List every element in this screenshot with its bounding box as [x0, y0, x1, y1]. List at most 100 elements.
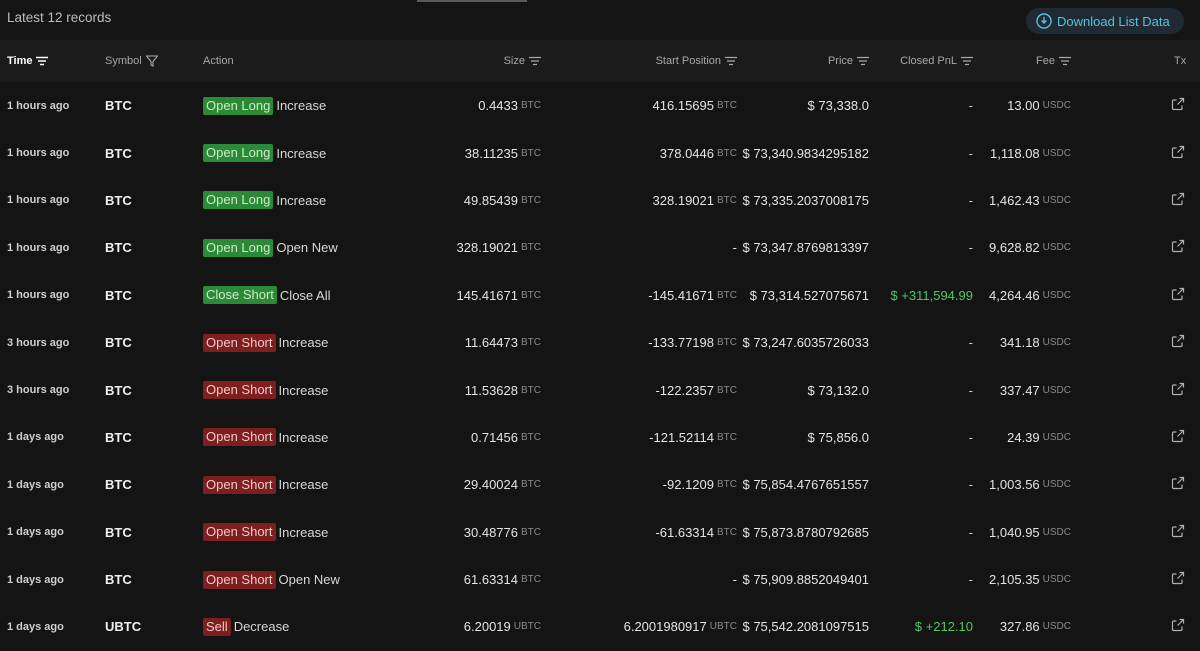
action-text: Increase [278, 382, 329, 398]
price-cell: $ 73,314.527075671 [749, 287, 869, 303]
direction-badge: Open Long [203, 191, 274, 210]
tx-link-cell[interactable] [1171, 129, 1185, 176]
symbol-cell[interactable]: BTC [105, 556, 132, 603]
price-cell: $ 75,854.4767651557 [742, 477, 869, 493]
start-position-cell: 6.2001980917 UBTC [624, 603, 737, 650]
start-position-unit: BTC [717, 100, 737, 112]
external-link-icon[interactable] [1171, 618, 1185, 635]
size-unit: BTC [521, 431, 541, 443]
external-link-icon[interactable] [1171, 334, 1185, 351]
direction-badge: Open Short [203, 381, 276, 400]
time-cell: 1 hours ago [7, 99, 70, 112]
symbol-cell[interactable]: BTC [105, 461, 132, 508]
direction-badge: Open Short [203, 523, 276, 542]
column-time[interactable]: Time [7, 40, 49, 82]
symbol-cell[interactable]: BTC [105, 366, 132, 413]
tx-link-cell[interactable] [1171, 366, 1185, 413]
tx-link-cell[interactable] [1171, 224, 1185, 271]
size-cell: 11.53628 BTC [465, 366, 541, 413]
symbol-cell[interactable]: BTC [105, 177, 132, 224]
action-cell: Open Long Open New [203, 224, 338, 271]
symbol-cell[interactable]: UBTC [105, 603, 141, 650]
start-position-cell: -145.41671 BTC [648, 272, 737, 319]
table-row: 1 hours ago BTC Open Long Open New 328.19021… [0, 224, 1200, 272]
closed-pnl-cell: - [968, 477, 973, 493]
start-position-unit: BTC [717, 194, 737, 206]
time-cell: 1 days ago [7, 620, 64, 633]
start-position-cell: -121.52114 BTC [649, 414, 737, 461]
fee-value: 24.39 [1007, 429, 1040, 445]
tx-link-cell[interactable] [1171, 509, 1185, 556]
action-text: Open New [276, 240, 338, 256]
tx-link-cell[interactable] [1171, 414, 1185, 461]
fee-unit: USDC [1042, 431, 1071, 443]
size-cell: 328.19021 BTC [457, 224, 541, 271]
size-unit: BTC [521, 574, 541, 586]
time-cell: 3 hours ago [7, 336, 70, 349]
symbol-cell[interactable]: BTC [105, 129, 132, 176]
external-link-icon[interactable] [1171, 97, 1185, 114]
column-price[interactable]: Price [828, 40, 869, 82]
download-list-button[interactable]: Download List Data [1026, 8, 1184, 34]
sort-icon[interactable] [529, 56, 541, 66]
start-position-unit: BTC [717, 289, 737, 301]
action-cell: Open Short Increase [203, 461, 328, 508]
tx-link-cell[interactable] [1171, 272, 1185, 319]
sort-icon[interactable] [1059, 56, 1071, 66]
fee-value: 4,264.46 [989, 287, 1040, 303]
table-row: 1 days ago BTC Open Short Increase 30.48776 B… [0, 508, 1200, 556]
size-unit: UBTC [513, 621, 541, 633]
column-closed-pnl[interactable]: Closed PnL [900, 40, 973, 82]
fee-value: 13.00 [1007, 98, 1040, 114]
start-position-cell: -92.1209 BTC [663, 461, 737, 508]
table-row: 3 hours ago BTC Open Short Increase 11.64473… [0, 318, 1200, 367]
start-position-value: -92.1209 [662, 477, 714, 493]
symbol-cell[interactable]: BTC [105, 414, 132, 461]
external-link-icon[interactable] [1171, 239, 1185, 256]
tx-link-cell[interactable] [1171, 603, 1185, 650]
action-text: Increase [278, 335, 329, 351]
sort-icon[interactable] [857, 56, 869, 66]
price-cell: $ 73,340.9834295182 [742, 145, 869, 161]
column-size[interactable]: Size [504, 40, 541, 82]
tx-link-cell[interactable] [1171, 556, 1185, 603]
top-bar: Latest 12 records Download List Data [0, 0, 1200, 40]
start-position-value: 378.0446 [659, 145, 714, 161]
tx-link-cell[interactable] [1171, 461, 1185, 508]
tx-link-cell[interactable] [1171, 82, 1185, 129]
symbol-cell[interactable]: BTC [105, 509, 132, 556]
external-link-icon[interactable] [1171, 524, 1185, 541]
symbol-cell[interactable]: BTC [105, 319, 132, 366]
column-symbol[interactable]: Symbol [105, 40, 158, 82]
start-position-value: -133.77198 [648, 335, 714, 351]
column-start-position[interactable]: Start Position [656, 40, 737, 82]
tx-link-cell[interactable] [1171, 319, 1185, 366]
external-link-icon[interactable] [1171, 476, 1185, 493]
external-link-icon[interactable] [1171, 192, 1185, 209]
action-cell: Open Long Increase [203, 177, 326, 224]
direction-badge: Close Short [203, 286, 277, 305]
size-cell: 30.48776 BTC [464, 509, 541, 556]
sort-icon[interactable] [36, 56, 49, 66]
fee-value: 1,040.95 [989, 524, 1040, 540]
external-link-icon[interactable] [1171, 429, 1185, 446]
sort-icon[interactable] [725, 56, 737, 66]
external-link-icon[interactable] [1171, 382, 1185, 399]
price-cell: $ 75,909.8852049401 [742, 572, 869, 588]
filter-icon[interactable] [145, 55, 158, 67]
external-link-icon[interactable] [1171, 571, 1185, 588]
external-link-icon[interactable] [1171, 287, 1185, 304]
closed-pnl-cell: - [968, 429, 973, 445]
symbol-cell[interactable]: BTC [105, 82, 132, 129]
external-link-icon[interactable] [1171, 145, 1185, 162]
symbol-cell[interactable]: BTC [105, 272, 132, 319]
price-cell: $ 75,873.8780792685 [742, 524, 869, 540]
start-position-unit: UBTC [709, 621, 737, 633]
symbol-cell[interactable]: BTC [105, 224, 132, 271]
tx-link-cell[interactable] [1171, 177, 1185, 224]
fee-cell: 337.47 USDC [1000, 366, 1071, 413]
fee-cell: 4,264.46 USDC [989, 272, 1071, 319]
sort-icon[interactable] [961, 56, 973, 66]
column-fee[interactable]: Fee [1036, 40, 1071, 82]
size-unit: BTC [521, 526, 541, 538]
